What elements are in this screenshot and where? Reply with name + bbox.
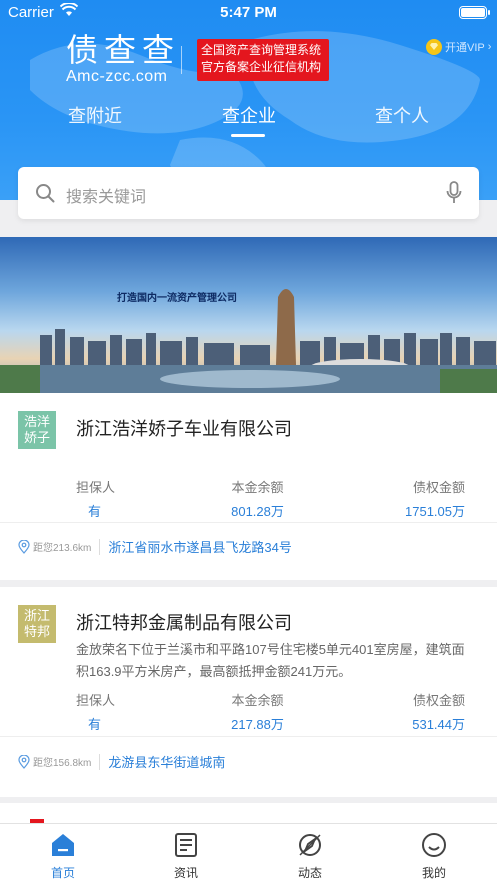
principal-value: 801.28万	[231, 504, 284, 519]
company-card[interactable]: 浩洋 娇子 浙江浩洋娇子车业有限公司 担保人 有 本金余额 801.28万 债权…	[0, 393, 497, 580]
slogan-line-1: 全国资产查询管理系统	[201, 43, 322, 57]
company-card[interactable]: 浙江 特邦 浙江特邦金属制品有限公司 金放荣名下位于兰溪市和平路107号住宅楼5…	[0, 587, 497, 797]
principal-value: 217.88万	[231, 717, 284, 732]
company-logo: 浙江 特邦	[18, 605, 56, 643]
microphone-icon[interactable]	[446, 181, 462, 205]
claim-value: 531.44万	[412, 717, 465, 732]
distance-label: 距您156.8km	[33, 758, 92, 769]
brand-logo: 债查查 Amc-zcc.com	[66, 32, 180, 86]
distance-label: 距您213.6km	[33, 543, 92, 554]
company-card-partial[interactable]	[0, 803, 497, 823]
chevron-right-icon: ›	[487, 41, 492, 53]
principal-stat: 本金余额 801.28万	[221, 477, 294, 520]
status-bar: Carrier 5:47 PM	[0, 0, 497, 26]
tab-nearby[interactable]: 查附近	[68, 102, 122, 128]
guarantor-value: 有	[88, 717, 102, 732]
promo-banner[interactable]: 打造国内一流资产管理公司	[0, 237, 497, 393]
battery-icon	[459, 6, 490, 19]
logo-divider	[181, 46, 182, 74]
guarantor-label: 担保人	[76, 693, 116, 708]
tab-feed[interactable]: 动态	[280, 832, 340, 881]
search-bar[interactable]: 搜索关键词	[18, 167, 479, 219]
home-icon	[52, 834, 74, 856]
active-tab-indicator	[231, 134, 265, 137]
company-logo-line-2: 娇子	[23, 430, 50, 445]
compass-icon	[299, 834, 321, 856]
tab-news[interactable]: 资讯	[156, 832, 216, 881]
bottom-tab-bar: 首页 资讯 动态 我的	[0, 823, 497, 883]
card-divider	[0, 736, 497, 737]
company-name[interactable]: 浙江浩洋娇子车业有限公司	[76, 415, 292, 441]
tab-feed-label: 动态	[297, 866, 322, 880]
vip-button[interactable]: 开通VIP ›	[426, 39, 491, 55]
tab-home[interactable]: 首页	[33, 832, 93, 881]
news-icon	[175, 833, 197, 857]
vip-label: 开通VIP	[445, 42, 485, 54]
tab-person[interactable]: 查个人	[375, 102, 429, 128]
tab-news-label: 资讯	[173, 866, 198, 880]
company-name[interactable]: 浙江特邦金属制品有限公司	[76, 609, 292, 635]
footer-divider	[99, 753, 101, 770]
search-input[interactable]: 搜索关键词	[66, 183, 146, 207]
diamond-icon	[426, 39, 442, 55]
guarantor-value: 有	[88, 504, 102, 519]
tab-profile[interactable]: 我的	[404, 832, 464, 881]
claim-stat: 债权金额 531.44万	[412, 690, 465, 733]
search-icon	[36, 184, 55, 203]
claim-label: 债权金额	[412, 693, 465, 708]
guarantor-stat: 担保人 有	[76, 477, 115, 520]
company-location: 距您156.8km 龙游县东华街道城南	[18, 752, 225, 771]
clock: 5:47 PM	[220, 4, 277, 21]
guarantor-stat: 担保人 有	[76, 690, 115, 733]
slogan-line-2: 官方备案企业征信机构	[201, 60, 322, 74]
tab-company[interactable]: 查企业	[222, 102, 276, 128]
tab-profile-label: 我的	[421, 866, 446, 880]
brand-name: 债查查	[66, 32, 181, 68]
card-divider	[0, 522, 497, 523]
company-logo-line-1: 浩洋	[23, 414, 50, 429]
city-skyline-image	[0, 289, 497, 393]
claim-label: 债权金额	[412, 480, 465, 495]
slogan-badge: 全国资产查询管理系统 官方备案企业征信机构	[197, 39, 329, 81]
company-location: 距您213.6km 浙江省丽水市遂昌县飞龙路34号	[18, 537, 292, 556]
brand-domain: Amc-zcc.com	[66, 68, 168, 85]
location-pin-icon	[18, 539, 30, 554]
profile-icon	[422, 833, 446, 857]
company-logo: 浩洋 娇子	[18, 411, 56, 449]
address-link[interactable]: 龙游县东华街道城南	[108, 752, 225, 771]
tab-home-label: 首页	[50, 866, 75, 880]
company-logo-line-2: 特邦	[23, 624, 50, 639]
company-stats: 担保人 有 本金余额 801.28万 债权金额 1751.05万	[0, 477, 497, 523]
principal-label: 本金余额	[231, 480, 284, 495]
company-stats: 担保人 有 本金余额 217.88万 债权金额 531.44万	[0, 690, 497, 736]
principal-label: 本金余额	[231, 693, 284, 708]
principal-stat: 本金余额 217.88万	[221, 690, 294, 733]
claim-value: 1751.05万	[405, 504, 465, 519]
address-link[interactable]: 浙江省丽水市遂昌县飞龙路34号	[108, 537, 291, 556]
company-description: 金放荣名下位于兰溪市和平路107号住宅楼5单元401室房屋，建筑面积163.9平…	[76, 642, 465, 679]
banner-slogan: 打造国内一流资产管理公司	[117, 293, 237, 304]
guarantor-label: 担保人	[76, 480, 116, 495]
location-pin-icon	[18, 754, 30, 769]
claim-stat: 债权金额 1751.05万	[405, 477, 465, 520]
footer-divider	[99, 538, 101, 555]
company-logo-line-1: 浙江	[23, 608, 50, 623]
